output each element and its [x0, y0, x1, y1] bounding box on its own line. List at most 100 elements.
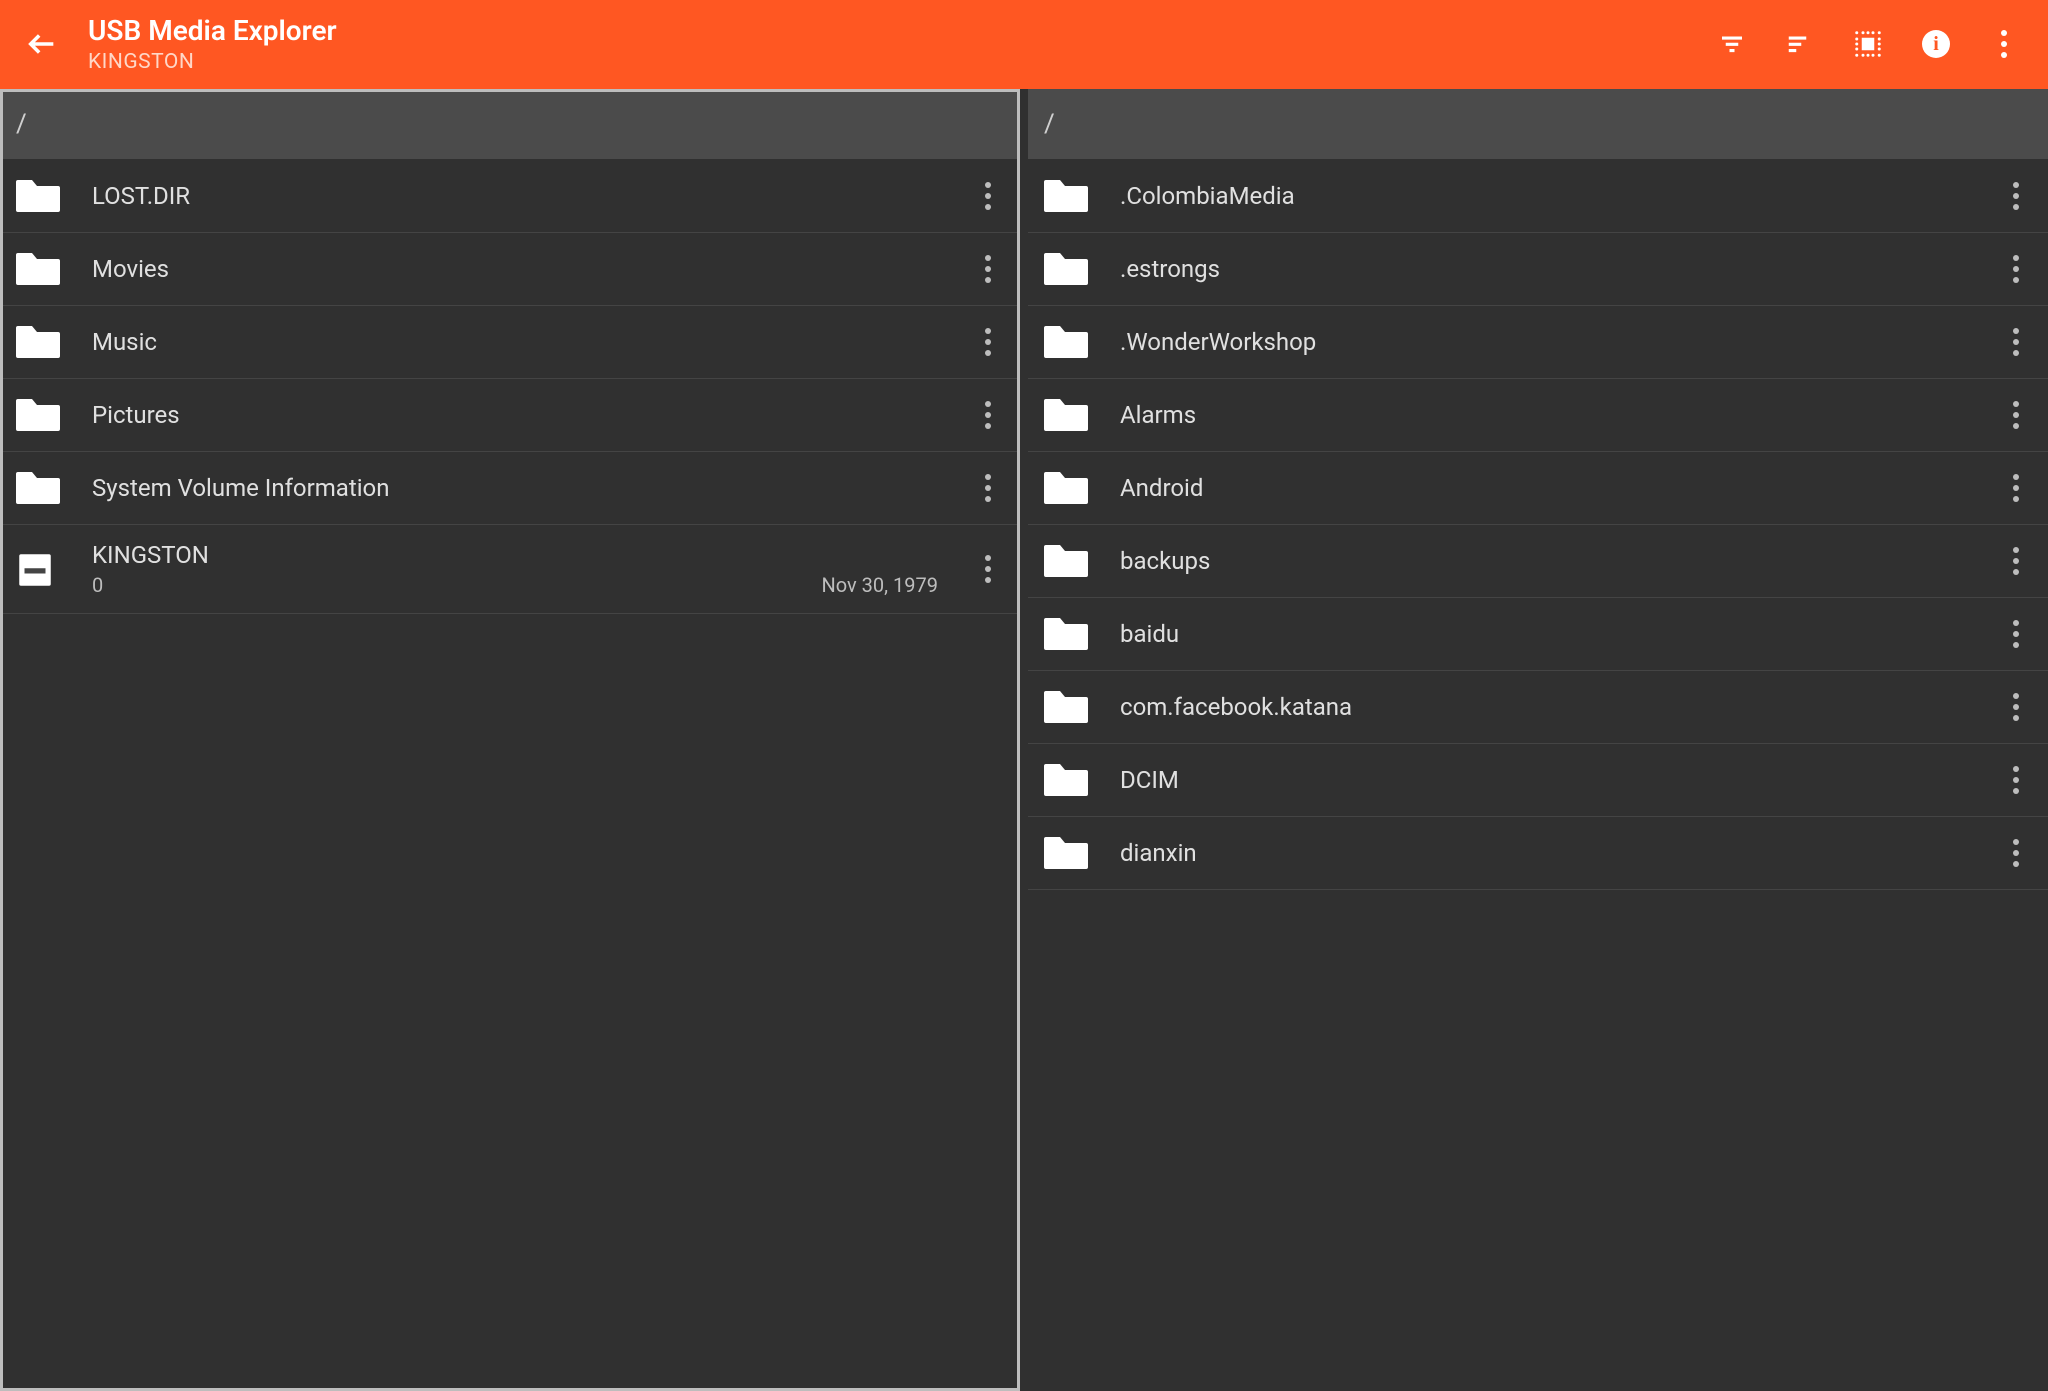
select-all-button[interactable] [1852, 28, 1884, 60]
list-item[interactable]: DCIM [1028, 744, 2048, 817]
item-more-button[interactable] [2004, 401, 2028, 429]
item-more-button[interactable] [2004, 839, 2028, 867]
item-more-button[interactable] [2004, 547, 2028, 575]
more-vert-icon [2004, 401, 2028, 429]
folder-icon [1042, 249, 1090, 289]
more-vert-icon [976, 474, 1000, 502]
list-item[interactable]: Alarms [1028, 379, 2048, 452]
item-meta: dianxin [1120, 839, 1988, 867]
item-more-button[interactable] [976, 255, 1000, 283]
item-more-button[interactable] [2004, 182, 2028, 210]
folder-icon [1042, 614, 1090, 654]
more-vert-icon [976, 328, 1000, 356]
item-date: Nov 30, 1979 [821, 573, 938, 597]
item-sub: 0Nov 30, 1979 [92, 573, 960, 597]
info-button[interactable]: i [1920, 28, 1952, 60]
item-name: baidu [1120, 620, 1988, 648]
item-meta: KINGSTON 0Nov 30, 1979 [92, 541, 960, 597]
item-meta: .WonderWorkshop [1120, 328, 1988, 356]
item-more-button[interactable] [976, 182, 1000, 210]
item-more-button[interactable] [976, 555, 1000, 583]
item-meta: Music [92, 328, 960, 356]
folder-icon [1042, 468, 1090, 508]
item-name: Android [1120, 474, 1988, 502]
item-name: KINGSTON [92, 541, 960, 569]
item-more-button[interactable] [2004, 766, 2028, 794]
item-meta: DCIM [1120, 766, 1988, 794]
more-vert-icon [2004, 839, 2028, 867]
item-name: .WonderWorkshop [1120, 328, 1988, 356]
item-more-button[interactable] [2004, 620, 2028, 648]
list-item[interactable]: KINGSTON 0Nov 30, 1979 [0, 525, 1020, 614]
item-more-button[interactable] [2004, 474, 2028, 502]
item-more-button[interactable] [2004, 328, 2028, 356]
left-path-bar[interactable]: / [0, 89, 1020, 160]
item-name: com.facebook.katana [1120, 693, 1988, 721]
item-meta: .estrongs [1120, 255, 1988, 283]
item-name: System Volume Information [92, 474, 960, 502]
more-vert-icon [976, 182, 1000, 210]
more-vert-icon [2004, 766, 2028, 794]
filter-button[interactable] [1716, 28, 1748, 60]
item-meta: com.facebook.katana [1120, 693, 1988, 721]
app-root: USB Media Explorer KINGSTON i [0, 0, 2048, 1391]
folder-icon [14, 249, 62, 289]
folder-icon [14, 322, 62, 362]
appbar-titles: USB Media Explorer KINGSTON [88, 14, 1690, 75]
app-subtitle: KINGSTON [88, 50, 1690, 75]
more-vert-icon [2004, 255, 2028, 283]
list-item[interactable]: backups [1028, 525, 2048, 598]
item-name: Alarms [1120, 401, 1988, 429]
list-item[interactable]: System Volume Information [0, 452, 1020, 525]
item-meta: Pictures [92, 401, 960, 429]
sort-button[interactable] [1784, 28, 1816, 60]
item-more-button[interactable] [976, 328, 1000, 356]
right-path-bar[interactable]: / [1028, 89, 2048, 160]
list-item[interactable]: baidu [1028, 598, 2048, 671]
item-meta: Android [1120, 474, 1988, 502]
folder-icon [14, 395, 62, 435]
right-pane: / .ColombiaMedia .estrongs .WonderWorkshop… [1028, 89, 2048, 1391]
more-vert-icon [2004, 182, 2028, 210]
more-vert-icon [1992, 30, 2016, 58]
item-meta: baidu [1120, 620, 1988, 648]
more-vert-icon [2004, 547, 2028, 575]
more-vert-icon [2004, 693, 2028, 721]
item-name: LOST.DIR [92, 182, 960, 210]
more-vert-icon [2004, 474, 2028, 502]
list-item[interactable]: Pictures [0, 379, 1020, 452]
list-item[interactable]: .estrongs [1028, 233, 2048, 306]
item-name: .estrongs [1120, 255, 1988, 283]
item-name: Movies [92, 255, 960, 283]
item-more-button[interactable] [976, 401, 1000, 429]
back-button[interactable] [22, 24, 62, 64]
folder-icon [1042, 176, 1090, 216]
left-file-list[interactable]: LOST.DIR Movies Music Pictures System Volume… [0, 160, 1020, 1391]
item-more-button[interactable] [2004, 255, 2028, 283]
more-vert-icon [2004, 620, 2028, 648]
folder-icon [1042, 833, 1090, 873]
item-more-button[interactable] [2004, 693, 2028, 721]
list-item[interactable]: Movies [0, 233, 1020, 306]
info-icon: i [1922, 30, 1950, 58]
item-more-button[interactable] [976, 474, 1000, 502]
item-name: dianxin [1120, 839, 1988, 867]
item-meta: LOST.DIR [92, 182, 960, 210]
overflow-button[interactable] [1988, 28, 2020, 60]
list-item[interactable]: Music [0, 306, 1020, 379]
more-vert-icon [976, 555, 1000, 583]
folder-icon [1042, 322, 1090, 362]
list-item[interactable]: Android [1028, 452, 2048, 525]
file-icon [14, 549, 62, 589]
list-item[interactable]: dianxin [1028, 817, 2048, 890]
list-item[interactable]: LOST.DIR [0, 160, 1020, 233]
list-item[interactable]: .ColombiaMedia [1028, 160, 2048, 233]
folder-icon [14, 176, 62, 216]
list-item[interactable]: .WonderWorkshop [1028, 306, 2048, 379]
panes: / LOST.DIR Movies Music Pictures System Volu… [0, 89, 2048, 1391]
item-meta: System Volume Information [92, 474, 960, 502]
more-vert-icon [976, 401, 1000, 429]
item-name: Music [92, 328, 960, 356]
list-item[interactable]: com.facebook.katana [1028, 671, 2048, 744]
right-file-list[interactable]: .ColombiaMedia .estrongs .WonderWorkshop Al… [1028, 160, 2048, 1391]
